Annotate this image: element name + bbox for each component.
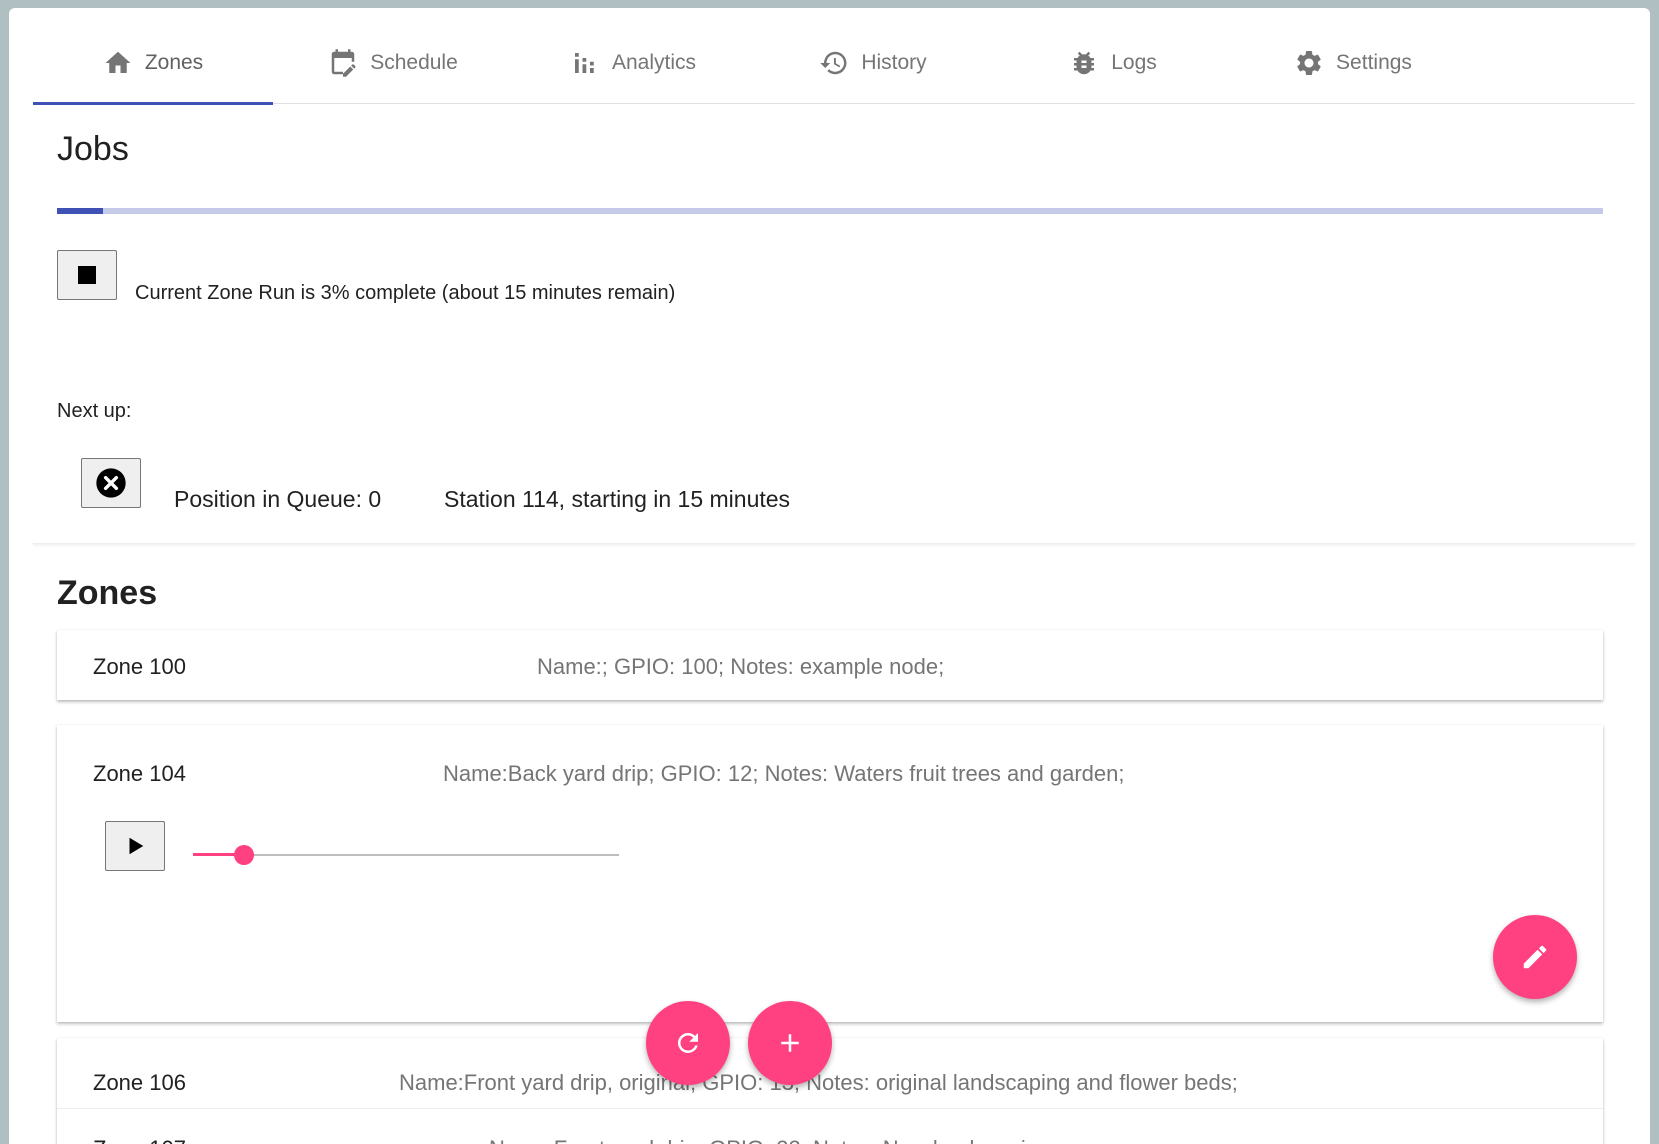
gear-icon: [1297, 50, 1321, 75]
zone-card[interactable]: Zone 100 Name:; GPIO: 100; Notes: exampl…: [57, 630, 1603, 700]
tab-analytics[interactable]: Analytics: [513, 22, 753, 104]
edit-icon: [1523, 945, 1547, 969]
analytics-icon: [574, 53, 594, 73]
tab-settings[interactable]: Settings: [1233, 22, 1473, 104]
add-zone-button[interactable]: [748, 1001, 832, 1085]
play-icon: [129, 837, 144, 855]
job-status-text: Current Zone Run is 3% complete (about 1…: [135, 282, 676, 304]
cancel-icon: [96, 468, 126, 498]
zone-description: Name:; GPIO: 100; Notes: example node;: [537, 654, 945, 679]
duration-slider[interactable]: [193, 845, 619, 865]
tab-label: Analytics: [611, 51, 697, 74]
job-progress-bar: [57, 208, 1603, 214]
tab-label: History: [861, 51, 927, 74]
run-zone-button[interactable]: [105, 821, 165, 871]
app-page: Zones Schedule Analytics History Logs Se…: [9, 8, 1650, 1144]
tab-zones[interactable]: Zones: [33, 22, 273, 105]
tab-label: Settings: [1336, 51, 1412, 74]
tab-bar: Zones Schedule Analytics History Logs Se…: [33, 22, 1635, 105]
tab-label: Schedule: [370, 51, 458, 74]
zone-divider: [57, 1108, 1603, 1109]
tab-label: Logs: [1111, 51, 1157, 74]
zone-name[interactable]: Zone 106: [93, 1070, 186, 1096]
next-up-label: Next up:: [57, 400, 132, 422]
zone-name[interactable]: Zone 107: [93, 1136, 186, 1144]
tab-logs[interactable]: Logs: [993, 22, 1233, 104]
calendar-edit-icon: [331, 49, 356, 77]
jobs-card-bottom: [33, 540, 1635, 544]
job-progress-fill: [57, 208, 104, 214]
zone-description: Name:Back yard drip; GPIO: 12; Notes: Wa…: [443, 761, 1125, 786]
slider-rail: [193, 854, 619, 856]
refresh-icon: [677, 1033, 698, 1053]
history-icon: [820, 51, 847, 75]
queue-station: Station 114, starting in 15 minutes: [444, 486, 791, 512]
home-icon: [105, 51, 131, 73]
queue-position: Position in Queue: 0: [174, 486, 382, 512]
add-icon: [781, 1034, 799, 1052]
jobs-title: Jobs: [57, 130, 129, 168]
tab-schedule[interactable]: Schedule: [273, 22, 513, 104]
slider-thumb[interactable]: [234, 845, 255, 865]
zone-name: Zone 104: [93, 761, 186, 786]
tab-label: Zones: [144, 51, 204, 74]
stop-icon: [78, 266, 96, 284]
bug-icon: [1074, 51, 1095, 75]
zone-name: Zone 100: [93, 654, 186, 679]
cancel-queued-job-button[interactable]: [81, 458, 141, 508]
refresh-button[interactable]: [646, 1001, 730, 1085]
zone-description: Name:Front yard drip; GPIO: 22; Notes: N…: [489, 1136, 1056, 1144]
zone-card-expanded[interactable]: Zone 104 Name:Back yard drip; GPIO: 12; …: [57, 725, 1603, 1022]
stop-button[interactable]: [57, 250, 117, 300]
tab-history[interactable]: History: [753, 22, 993, 104]
zones-title: Zones: [57, 574, 158, 612]
edit-zone-button[interactable]: [1493, 915, 1577, 999]
